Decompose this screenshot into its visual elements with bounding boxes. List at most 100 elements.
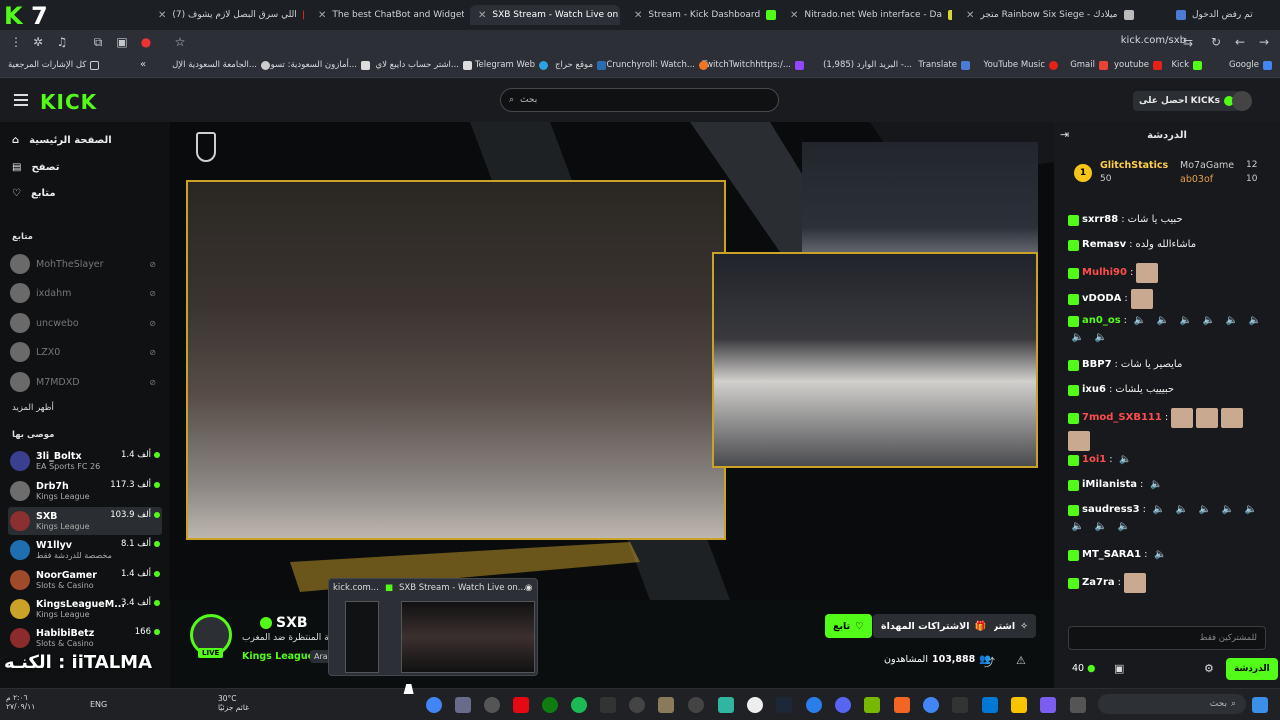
chat-username[interactable]: ixu6 [1082,383,1106,397]
stream-category[interactable]: Kings League [242,651,314,662]
following-item[interactable]: MohTheSlayer ⊘ [10,252,160,276]
share-icon[interactable]: ⤴ [984,654,995,670]
chat-username[interactable]: sxrr88 [1082,213,1118,227]
bookmark[interactable]: Telegram Web [475,60,548,70]
chat-username[interactable]: iMilanista [1082,478,1137,492]
follow-button[interactable]: تابع ♡ [825,614,872,638]
extension-icon[interactable]: ⧉ [90,34,106,50]
following-item[interactable]: M7MDXD ⊘ [10,370,160,394]
chat-username[interactable]: an0_os [1082,314,1121,328]
close-icon[interactable]: ✕ [790,10,798,21]
chat-username[interactable]: MT_SARA1 [1082,548,1141,562]
bookmark[interactable]: Kick [1171,60,1202,70]
tab-6[interactable]: ✕ The best ChatBot and Widget [310,5,464,25]
recommended-item[interactable]: KingsLeagueM... Kings League 3.4 ألف [8,595,162,623]
chat-username[interactable]: Mulhi90 [1082,266,1127,280]
extensions-icon[interactable]: ✲ [30,34,46,50]
close-icon[interactable]: ✕ [158,10,166,21]
chat-username[interactable]: 7mod_SXB111 [1082,411,1162,425]
task-view-icon[interactable] [1070,697,1086,713]
copilot-icon[interactable] [1040,697,1056,713]
recommended-item[interactable]: HabibiBetz Slots & Casino 166 [8,624,162,652]
taskbar-preview-popup[interactable]: kick.com... ■ SXB Stream - Watch Live on… [328,578,538,676]
kick-logo[interactable]: KICK [40,90,97,114]
recommended-item[interactable]: Drb7h Kings League 117.3 ألف [8,477,162,505]
chat-username[interactable]: saudress3 [1082,503,1140,517]
collapse-chat-icon[interactable]: ⇥ [1060,128,1069,141]
chrome-icon[interactable] [923,697,939,713]
obs-icon[interactable] [747,697,763,713]
following-item[interactable]: ixdahm ⊘ [10,281,160,305]
app-icon[interactable] [629,697,645,713]
capcut-icon[interactable] [600,697,616,713]
store-icon[interactable] [982,697,998,713]
search-input[interactable]: ⌕ بحث [500,88,779,112]
channel-name[interactable]: SXB [260,615,308,631]
menu-dots-icon[interactable]: ⋮ [8,34,24,50]
hamburger-menu-icon[interactable] [14,94,28,106]
preview-thumbnail[interactable] [345,601,379,673]
epic-games-icon[interactable] [952,697,968,713]
get-kicks-button[interactable]: احصل على KICKs [1133,91,1240,111]
bookmark[interactable]: youtube [1114,60,1162,70]
tab-4[interactable]: ✕ Stream - Kick Dashboard [626,5,776,25]
bookmark[interactable]: Google [1229,60,1272,70]
weather-widget[interactable]: 30°C غائم جزئيًا [218,694,249,712]
forward-icon[interactable]: ← [1232,34,1248,50]
user-avatar[interactable] [1232,91,1252,111]
close-icon[interactable]: ✕ [478,10,486,21]
tab-2[interactable]: ✕ متجر Rainbow Six Siege - ميلادك [958,5,1158,25]
site-settings-icon[interactable]: ⇆ [1180,34,1196,50]
chat-username[interactable]: vDODA [1082,292,1121,306]
report-icon[interactable]: ⚠ [1016,654,1026,667]
recommended-item-selected[interactable]: SXB Kings League 103.9 ألف [8,507,162,535]
show-more-link[interactable]: أظهر المزيد [12,403,54,413]
reload-icon[interactable]: ↻ [1208,34,1224,50]
sidebar-item-following[interactable]: ♡ متابع [12,188,56,199]
bookmark[interactable]: Crunchyroll: Watch... [606,60,708,70]
bookmark-star-icon[interactable]: ☆ [172,34,188,50]
following-item[interactable]: uncwebo ⊘ [10,311,160,335]
kick-points[interactable]: 40 ● [1072,663,1095,674]
bookmark[interactable]: (1,985) البريد الوارد -... [823,60,912,70]
chat-username[interactable]: BBP7 [1082,358,1112,372]
windows-start-icon[interactable] [1252,697,1268,713]
chevron-left-icon[interactable]: « [140,59,146,70]
steam-icon[interactable] [776,697,792,713]
bookmark[interactable]: موقع حراج [555,60,606,70]
extension-icon[interactable]: ▣ [114,34,130,50]
close-icon[interactable]: ✕ [966,10,974,21]
spotify-icon[interactable] [571,697,587,713]
bookmark[interactable]: أمازون السعودية: تسو... [271,60,370,70]
app-icon[interactable] [484,697,500,713]
app-icon[interactable] [718,697,734,713]
bookmark[interactable]: Translate [918,60,970,70]
close-icon[interactable]: ✕ [634,10,642,21]
app-icon[interactable] [806,697,822,713]
back-icon[interactable]: → [1256,34,1272,50]
sidebar-item-browse[interactable]: ▤ تصفح [12,162,59,173]
recommended-item[interactable]: 3li_Boltx EA Sports FC 26 1.4 ألف [8,447,162,475]
following-item[interactable]: LZX0 ⊘ [10,340,160,364]
gift-icon[interactable]: ▣ [1114,662,1124,675]
discord-icon[interactable] [835,697,851,713]
close-icon[interactable]: ✕ [318,10,326,21]
tab-3[interactable]: ✕ Nitrado.net Web interface - Da [782,5,952,25]
taskbar-search[interactable]: بحث ⌕ [1098,694,1246,714]
sidebar-item-home[interactable]: ⌂ الصفحة الرئيسية [12,135,112,146]
chat-username[interactable]: Remasv [1082,238,1126,252]
gift-subs-button[interactable]: الاشتراكات المهداة 🎁 [873,614,995,638]
bookmark[interactable]: الجامعة السعودية الإل... [172,60,270,70]
chat-send-button[interactable]: الدردشة [1226,658,1278,680]
folder-icon[interactable] [1011,697,1027,713]
tab-1[interactable]: تم رفض الدخول [1168,5,1276,25]
chrome-icon[interactable] [426,697,442,713]
nvidia-icon[interactable] [864,697,880,713]
preview-thumbnail[interactable] [401,601,535,673]
app-icon[interactable] [658,697,674,713]
app-icon[interactable] [455,697,471,713]
chat-input[interactable]: للمشتركين فقط [1068,626,1266,650]
app-icon[interactable] [688,697,704,713]
bookmark[interactable]: اشتر حساب دايبع لاي... [376,60,472,70]
recommended-item[interactable]: W1llyv مخصصة للدردشة فقط 8.1 ألف [8,536,162,564]
